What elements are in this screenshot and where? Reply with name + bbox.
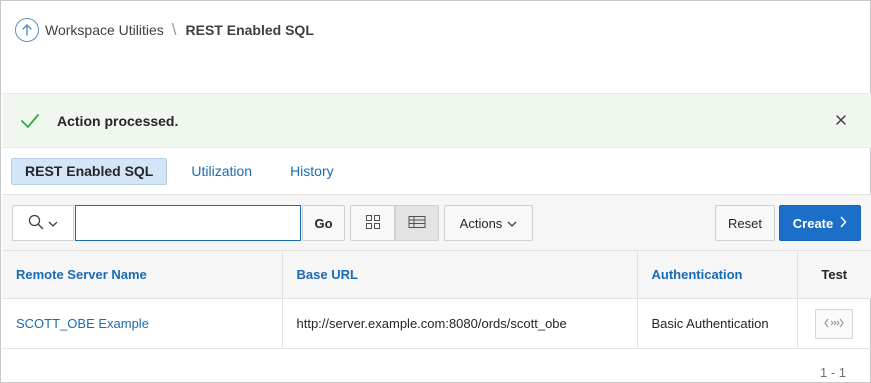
reset-button[interactable]: Reset xyxy=(715,205,775,241)
create-label: Create xyxy=(792,215,834,231)
chevron-right-icon xyxy=(839,215,847,231)
report-table: Remote Server Name Base URL Authenticati… xyxy=(2,250,871,349)
connection-test-icon xyxy=(824,316,844,331)
close-icon[interactable] xyxy=(833,112,849,128)
chevron-down-icon xyxy=(507,216,517,231)
grid-icon xyxy=(365,214,381,233)
breadcrumb-parent-link[interactable]: Workspace Utilities xyxy=(45,22,164,38)
table-icon xyxy=(408,215,426,232)
pagination-info: 1 - 1 xyxy=(819,365,846,380)
column-header-test: Test xyxy=(797,250,871,299)
test-cell xyxy=(797,298,871,349)
tab-utilization[interactable]: Utilization xyxy=(177,158,266,185)
tab-history[interactable]: History xyxy=(276,158,348,185)
page-title: REST Enabled SQL xyxy=(185,22,314,38)
table-header-row: Remote Server Name Base URL Authenticati… xyxy=(2,250,871,299)
column-header-base-url[interactable]: Base URL xyxy=(282,250,638,299)
search-column-dropdown[interactable] xyxy=(12,205,74,241)
go-button[interactable]: Go xyxy=(302,205,345,241)
test-connection-button[interactable] xyxy=(815,308,854,339)
tab-rest-enabled-sql[interactable]: REST Enabled SQL xyxy=(11,157,168,185)
report-toolbar: Go Actions Reset Create xyxy=(2,194,871,250)
table-row: SCOTT_OBE Example http://server.example.… xyxy=(2,298,871,349)
breadcrumb: Workspace Utilities \ REST Enabled SQL xyxy=(15,18,314,42)
page-frame: Workspace Utilities \ REST Enabled SQL A… xyxy=(0,0,871,383)
report-view-button[interactable] xyxy=(395,205,439,241)
remote-server-name-link[interactable]: SCOTT_OBE Example xyxy=(2,298,283,349)
alert-message: Action processed. xyxy=(57,113,179,129)
actions-menu-button[interactable]: Actions xyxy=(444,205,533,241)
authentication-cell: Basic Authentication xyxy=(637,298,798,349)
create-button[interactable]: Create xyxy=(779,205,861,241)
icon-view-button[interactable] xyxy=(350,205,395,241)
column-header-remote-server-name[interactable]: Remote Server Name xyxy=(2,250,283,299)
search-icon xyxy=(28,214,44,233)
breadcrumb-separator: \ xyxy=(171,20,177,39)
search-input[interactable] xyxy=(75,205,301,241)
column-header-authentication[interactable]: Authentication xyxy=(637,250,798,299)
actions-label: Actions xyxy=(459,215,503,231)
base-url-cell: http://server.example.com:8080/ords/scot… xyxy=(282,298,638,349)
success-alert: Action processed. xyxy=(2,93,871,148)
chevron-down-icon xyxy=(48,216,58,231)
up-arrow-icon[interactable] xyxy=(15,18,39,42)
check-icon xyxy=(20,112,40,133)
region-tabs: REST Enabled SQL Utilization History xyxy=(11,157,358,185)
